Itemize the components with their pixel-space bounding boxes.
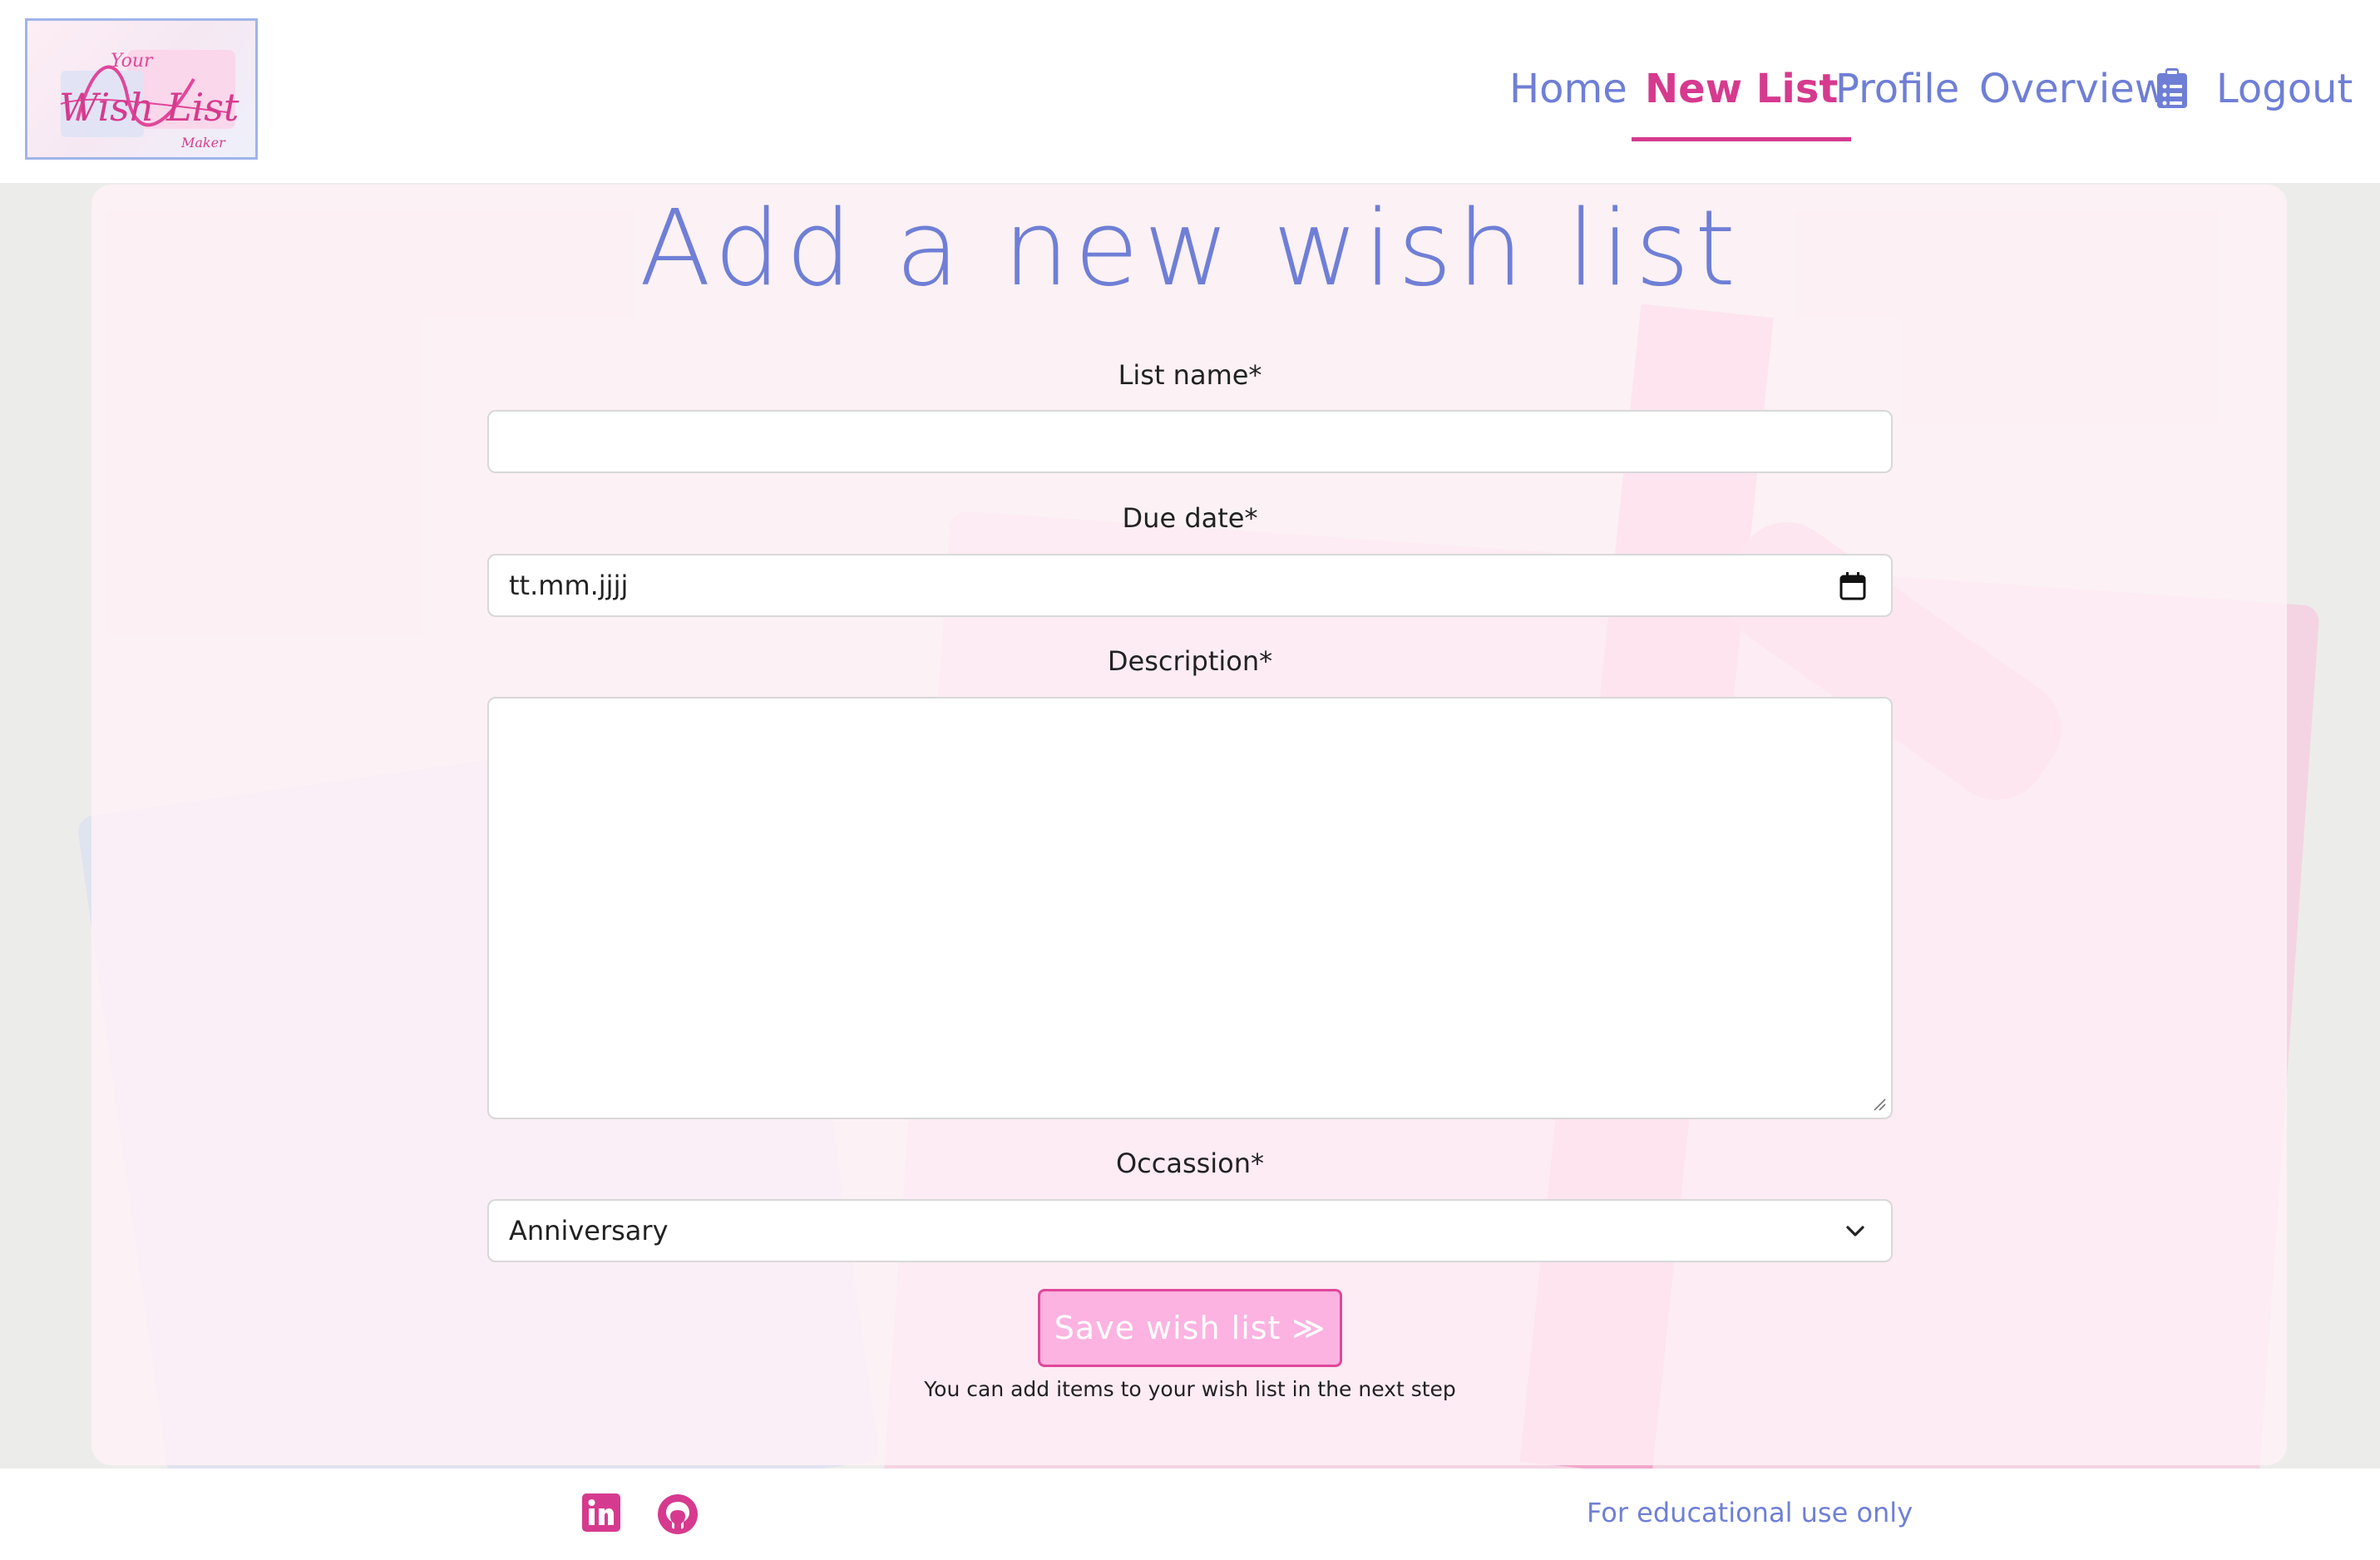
occasion-label: Occassion* bbox=[1115, 1148, 1265, 1179]
chevron-down-icon bbox=[1844, 1221, 1866, 1246]
save-wish-list-button[interactable]: Save wish list ≫ bbox=[1038, 1289, 1342, 1367]
nav-overview[interactable]: Overview bbox=[1979, 58, 2167, 141]
svg-text:Wish List: Wish List bbox=[59, 85, 239, 130]
description-label: Description* bbox=[1107, 645, 1273, 677]
list-name-label: List name* bbox=[1118, 359, 1262, 391]
linkedin-icon[interactable] bbox=[582, 1493, 620, 1535]
due-date-label: Due date* bbox=[1122, 502, 1258, 534]
nav-logout[interactable]: Logout bbox=[2216, 58, 2353, 141]
next-step-hint: You can add items to your wish list in t… bbox=[924, 1377, 1456, 1401]
nav-new-list[interactable]: New List bbox=[1631, 58, 1852, 141]
list-name-input[interactable] bbox=[487, 410, 1893, 473]
occasion-selected-value: Anniversary bbox=[509, 1215, 669, 1247]
svg-text:Your: Your bbox=[111, 51, 154, 72]
due-date-input[interactable]: tt.mm.jjjj bbox=[487, 554, 1893, 617]
navbar: Your Wish List Maker Home New List Profi… bbox=[0, 0, 2380, 183]
footer: For educational use only bbox=[0, 1469, 2380, 1560]
logo-graphic: Your Wish List Maker bbox=[59, 50, 239, 151]
page-title: Add a new wish list bbox=[639, 187, 1741, 309]
svg-text:Maker: Maker bbox=[180, 135, 226, 151]
educational-use-note: For educational use only bbox=[1587, 1497, 1913, 1528]
nav-home[interactable]: Home bbox=[1509, 58, 1627, 141]
nav-profile[interactable]: Profile bbox=[1835, 58, 1959, 141]
resize-handle-icon[interactable] bbox=[1873, 1098, 1886, 1114]
brand-logo[interactable]: Your Wish List Maker bbox=[25, 18, 258, 160]
due-date-placeholder: tt.mm.jjjj bbox=[509, 570, 629, 601]
github-icon[interactable] bbox=[657, 1493, 699, 1538]
occasion-select[interactable]: Anniversary bbox=[487, 1199, 1893, 1262]
calendar-icon[interactable] bbox=[1839, 572, 1866, 604]
description-textarea[interactable] bbox=[487, 697, 1893, 1119]
clipboard-list-icon[interactable] bbox=[2155, 68, 2189, 113]
